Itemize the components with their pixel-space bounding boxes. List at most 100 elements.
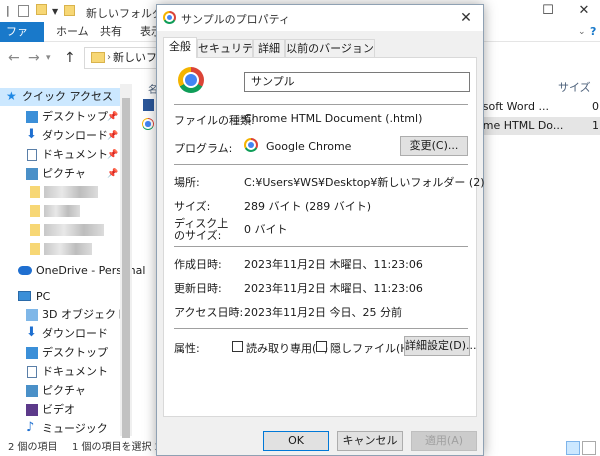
file-type: osoft Word ... [476,100,549,113]
readonly-checkbox[interactable] [232,341,243,352]
hidden-label[interactable]: 隠しファイル(H) [330,340,413,356]
pin-icon: 📌 [107,131,119,141]
divider [174,328,468,329]
new-folder-quick-icon[interactable] [36,4,47,15]
tab-share[interactable]: 共有 [90,22,132,42]
file-name-input[interactable]: サンプル [244,72,470,92]
blurred-folder-name [44,224,104,236]
advanced-button[interactable]: 詳細設定(D)... [404,336,477,356]
nav-label: ダウンロード [42,327,108,340]
divider [174,246,468,247]
nav-pc[interactable]: PC [0,288,132,306]
hidden-checkbox[interactable] [316,341,327,352]
nav-label: 3D オブジェクト [42,308,127,321]
folder-icon [30,224,40,236]
nav-label: PC [36,290,51,303]
nav-downloads[interactable]: ⬇ ダウンロード 📌 [0,127,132,145]
pin-icon: 📌 [107,150,119,160]
change-button[interactable]: 変更(C)... [400,136,468,156]
tab-file[interactable]: ファイル [0,22,44,58]
properties-quick-icon[interactable] [18,5,29,17]
nav-desktop[interactable]: デスクトップ 📌 [0,108,132,126]
pin-icon: 📌 [107,112,119,122]
large-icons-view-icon[interactable] [582,441,596,455]
accessed-value: 2023年11月2日 今日、25 分前 [244,306,402,319]
cancel-button[interactable]: キャンセル [337,431,403,451]
created-value: 2023年11月2日 木曜日、11:23:06 [244,258,423,271]
nav-pictures[interactable]: ピクチャ 📌 [0,165,132,183]
restore-icon[interactable]: ☐ [534,2,562,20]
file-type-label: ファイルの種類: [174,114,255,127]
nav-label: ピクチャ [42,384,86,397]
recent-locations-icon[interactable]: ▾ [46,53,51,63]
dialog-title: サンプルのプロパティ [181,13,291,26]
dialog-titlebar: サンプルのプロパティ ✕ [157,5,483,31]
nav-pane-scrollbar[interactable] [120,84,132,438]
ok-button[interactable]: OK [263,431,329,451]
nav-quick-access[interactable]: ★ クイック アクセス [0,88,132,106]
separator-icon: | [6,4,10,17]
back-arrow-icon[interactable]: ← [8,50,20,66]
navigation-pane: ★ クイック アクセス デスクトップ 📌 ⬇ ダウンロード 📌 ドキュメント 📌… [0,84,145,438]
column-header-size[interactable]: サイズ [476,80,600,96]
customize-quick-access-icon[interactable]: ▼ [52,7,58,16]
forward-arrow-icon[interactable]: → [28,50,40,66]
nav-label: ドキュメント [42,365,108,378]
download-icon: ⬇ [26,127,37,142]
modified-label: 更新日時: [174,282,222,295]
nav-pc-pictures[interactable]: ピクチャ [0,382,132,400]
folder-icon [30,205,40,217]
tab-details[interactable]: 詳細 [253,39,285,57]
computer-icon [18,291,31,301]
created-label: 作成日時: [174,258,222,271]
download-icon: ⬇ [26,325,37,340]
folder-icon [91,52,105,63]
tab-previous-versions[interactable]: 以前のバージョン [285,39,375,57]
address-box[interactable]: › 新しいフォル [84,47,164,69]
nav-onedrive[interactable]: OneDrive - Personal [0,262,145,280]
nav-pc-desktop[interactable]: デスクトップ [0,344,132,362]
nav-label: ピクチャ [42,167,86,180]
chrome-file-icon [142,118,154,130]
help-icon[interactable]: ? [580,22,600,42]
details-view-icon[interactable] [566,441,580,455]
blurred-folder-name [44,186,98,198]
nav-3d-objects[interactable]: 3D オブジェクト [0,306,132,324]
blurred-folder-name [44,243,92,255]
tab-general[interactable]: 全般 [163,37,197,58]
disk-size-value: 0 バイト [244,223,288,236]
apply-button[interactable]: 適用(A) [411,431,477,451]
program-label: プログラム: [174,142,233,155]
folder-icon [30,186,40,198]
file-row[interactable]: osoft Word ... 0 [476,98,600,116]
document-icon [27,149,37,161]
close-icon[interactable]: ✕ [455,8,477,28]
nav-videos[interactable]: ビデオ [0,401,132,419]
chrome-icon [163,11,176,24]
nav-label: ビデオ [42,403,75,416]
up-arrow-icon[interactable]: ↑ [64,50,76,66]
nav-pc-documents[interactable]: ドキュメント [0,363,132,381]
video-icon [26,404,38,416]
scrollbar-thumb[interactable] [122,98,130,438]
folder-icon [30,243,40,255]
nav-label: クイック アクセス [22,90,113,103]
nav-pc-downloads[interactable]: ⬇ ダウンロード [0,325,132,343]
nav-documents[interactable]: ドキュメント 📌 [0,146,132,164]
music-icon: ♪ [26,420,35,435]
close-icon[interactable]: ✕ [570,2,598,20]
file-row[interactable]: ome HTML Do... 1 [476,117,600,135]
tab-security[interactable]: セキュリティ [197,39,263,57]
properties-dialog: サンプルのプロパティ ✕ 全般 セキュリティ 詳細 以前のバージョン サンプル … [156,4,485,456]
status-item-count: 2 個の項目 [8,442,58,453]
word-file-icon [143,99,154,111]
picture-icon [26,385,38,397]
picture-icon [26,168,38,180]
cube-icon [26,309,38,321]
desktop-icon [26,347,38,359]
nav-label: ドキュメント [42,148,108,161]
size-value: 289 バイト (289 バイト) [244,200,372,213]
nav-label: ミュージック [42,422,108,435]
nav-music[interactable]: ♪ ミュージック [0,420,132,438]
accessed-label: アクセス日時: [174,306,244,319]
